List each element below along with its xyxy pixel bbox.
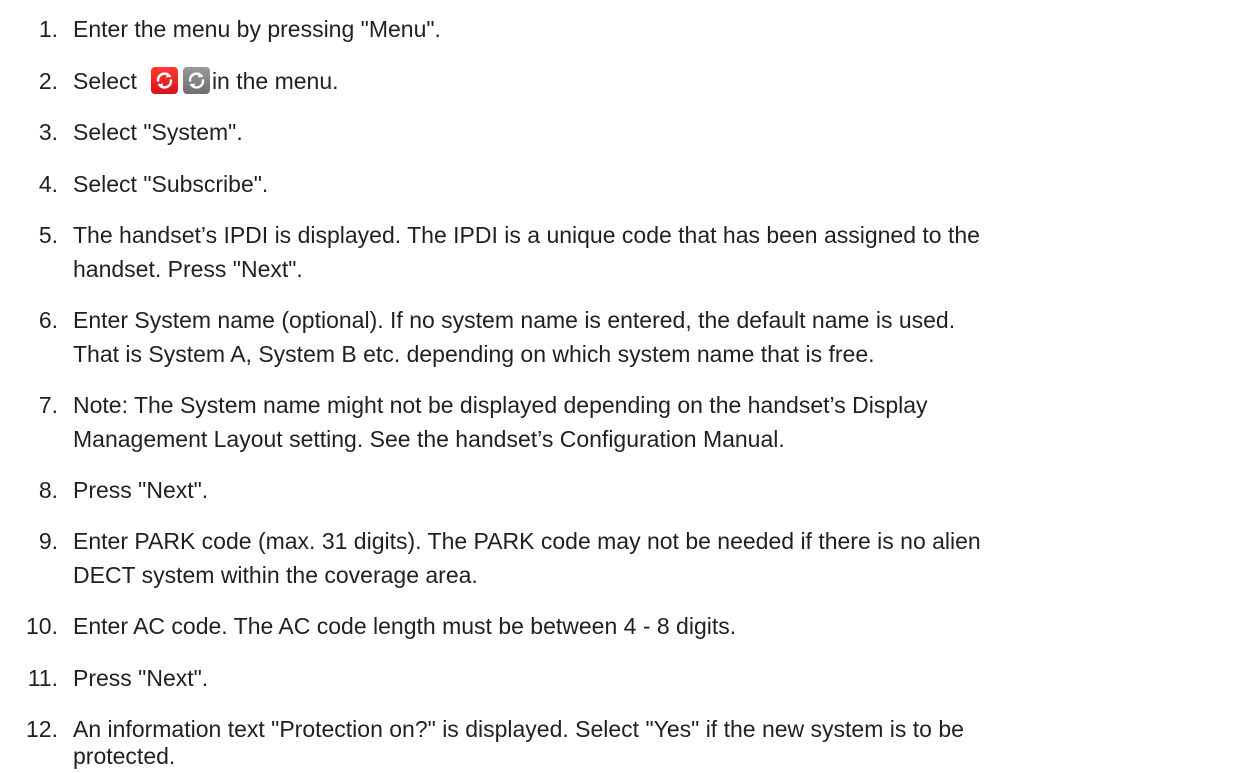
step-text-line: Note: The System name might not be displ… — [73, 392, 928, 418]
step-text-line: DECT system within the coverage area. — [73, 562, 478, 588]
step-text: Select in the menu. — [73, 64, 1233, 98]
step-text: Enter AC code. The AC code length must b… — [73, 613, 737, 639]
step-text-line: The handset’s IPDI is displayed. The IPD… — [73, 222, 980, 248]
step-text: Select "System". — [73, 119, 243, 145]
step-number: 11. — [27, 665, 58, 691]
step-text-after: in the menu. — [211, 68, 339, 94]
step-text-line: Enter System name (optional). If no syst… — [73, 307, 956, 333]
step-number: 12. — [26, 716, 58, 742]
step-text: Press "Next". — [73, 665, 209, 691]
step-text: Enter PARK code (max. 31 digits). The PA… — [73, 524, 1233, 592]
step-number: 6. — [38, 307, 58, 333]
step-text: Note: The System name might not be displ… — [73, 388, 1233, 456]
grey-sync-icon — [182, 67, 210, 94]
step-number: 7. — [38, 392, 58, 418]
red-sync-icon — [150, 67, 178, 94]
step-text-line: Enter PARK code (max. 31 digits). The PA… — [73, 528, 981, 554]
step-number: 4. — [38, 171, 58, 197]
step-text: Select "Subscribe". — [73, 171, 269, 197]
step-text-line: handset. Press "Next". — [73, 256, 303, 282]
step-number: 8. — [38, 477, 58, 503]
step-text: Enter System name (optional). If no syst… — [73, 303, 1233, 371]
step-text: The handset’s IPDI is displayed. The IPD… — [73, 218, 1233, 286]
step-text-line: Management Layout setting. See the hands… — [73, 426, 785, 452]
step-text-line: That is System A, System B etc. dependin… — [73, 341, 875, 367]
step-number: 9. — [38, 528, 58, 554]
step-text: Enter the menu by pressing "Menu". — [73, 16, 441, 42]
step-number: 10. — [26, 613, 58, 639]
step-text: An information text "Protection on?" is … — [73, 712, 1233, 773]
step-text-before: Select — [73, 68, 137, 94]
step-number: 5. — [38, 222, 58, 248]
step-number: 2. — [38, 68, 58, 94]
step-number: 3. — [38, 119, 58, 145]
step-text: Press "Next". — [73, 477, 209, 503]
step-number: 1. — [38, 16, 58, 42]
